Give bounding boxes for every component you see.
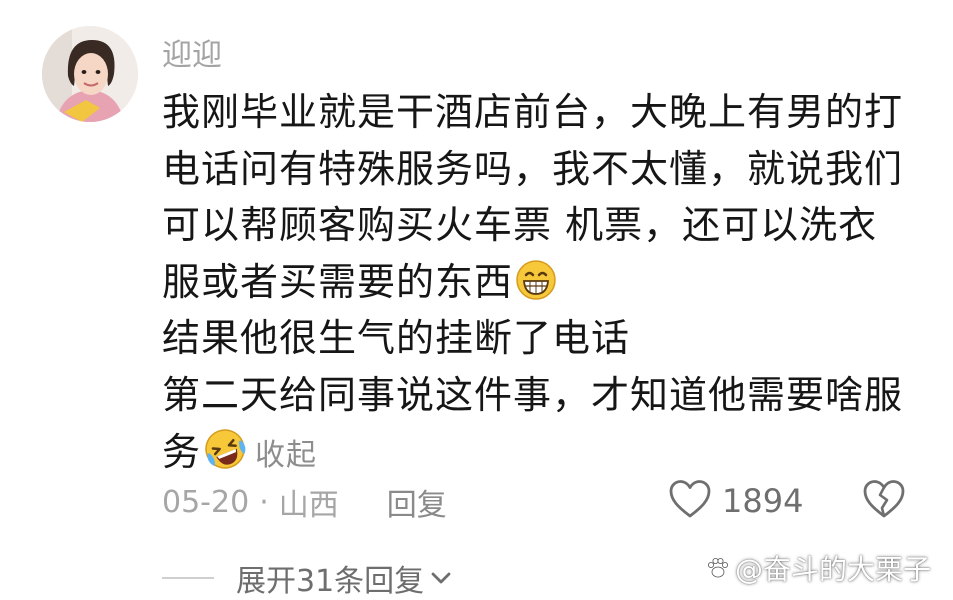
grinning-face-icon <box>515 259 557 317</box>
expand-replies-button[interactable]: 展开31条回复 <box>162 556 452 600</box>
watermark: @奋斗的大栗子 <box>705 548 931 588</box>
comment-line: 可以帮顾客购买火车票 机票，还可以洗衣 <box>162 203 878 248</box>
meta-separator: · <box>259 484 269 520</box>
dislike-button[interactable] <box>862 478 906 524</box>
watermark-text: @奋斗的大栗子 <box>734 553 931 586</box>
comment-line-text: 务 <box>162 429 202 474</box>
comment-line-with-emoji: 务 收起 <box>162 424 922 481</box>
comment-line: 我刚毕业就是干酒店前台，大晚上有男的打 <box>162 90 904 134</box>
user-avatar[interactable] <box>42 26 138 122</box>
comment-line: 第二天给同事说这件事，才知道他需要啥服 <box>162 372 904 417</box>
comment-date: 05-20 <box>162 484 250 520</box>
reply-button[interactable]: 回复 <box>387 480 447 524</box>
chevron-down-icon <box>430 570 452 586</box>
collapse-button[interactable]: 收起 <box>255 438 317 473</box>
comment-location: 山西 <box>278 488 339 523</box>
comment-line-with-emoji: 服或者买需要的东西 <box>162 254 922 311</box>
comment-meta: 05-20 · 山西 回复 <box>162 480 447 524</box>
rolling-on-floor-laughing-face-icon <box>203 427 247 487</box>
expand-divider <box>162 577 214 579</box>
broken-heart-icon <box>862 480 906 524</box>
comment-line-text: 服或者买需要的东西 <box>162 259 514 304</box>
expand-replies-label: 展开31条回复 <box>236 564 425 599</box>
heart-icon <box>668 478 712 524</box>
like-count: 1894 <box>722 482 804 520</box>
comment-line: 电话问有特殊服务吗，我不太懂，就说我们 <box>162 146 904 191</box>
comment-body: 我刚毕业就是干酒店前台，大晚上有男的打 电话问有特殊服务吗，我不太懂，就说我们 … <box>162 84 922 480</box>
paw-icon <box>705 555 731 581</box>
comment-username[interactable]: 迎迎 <box>162 30 222 74</box>
like-button[interactable]: 1894 <box>668 478 803 524</box>
comment-line: 结果他很生气的挂断了电话 <box>162 316 631 361</box>
